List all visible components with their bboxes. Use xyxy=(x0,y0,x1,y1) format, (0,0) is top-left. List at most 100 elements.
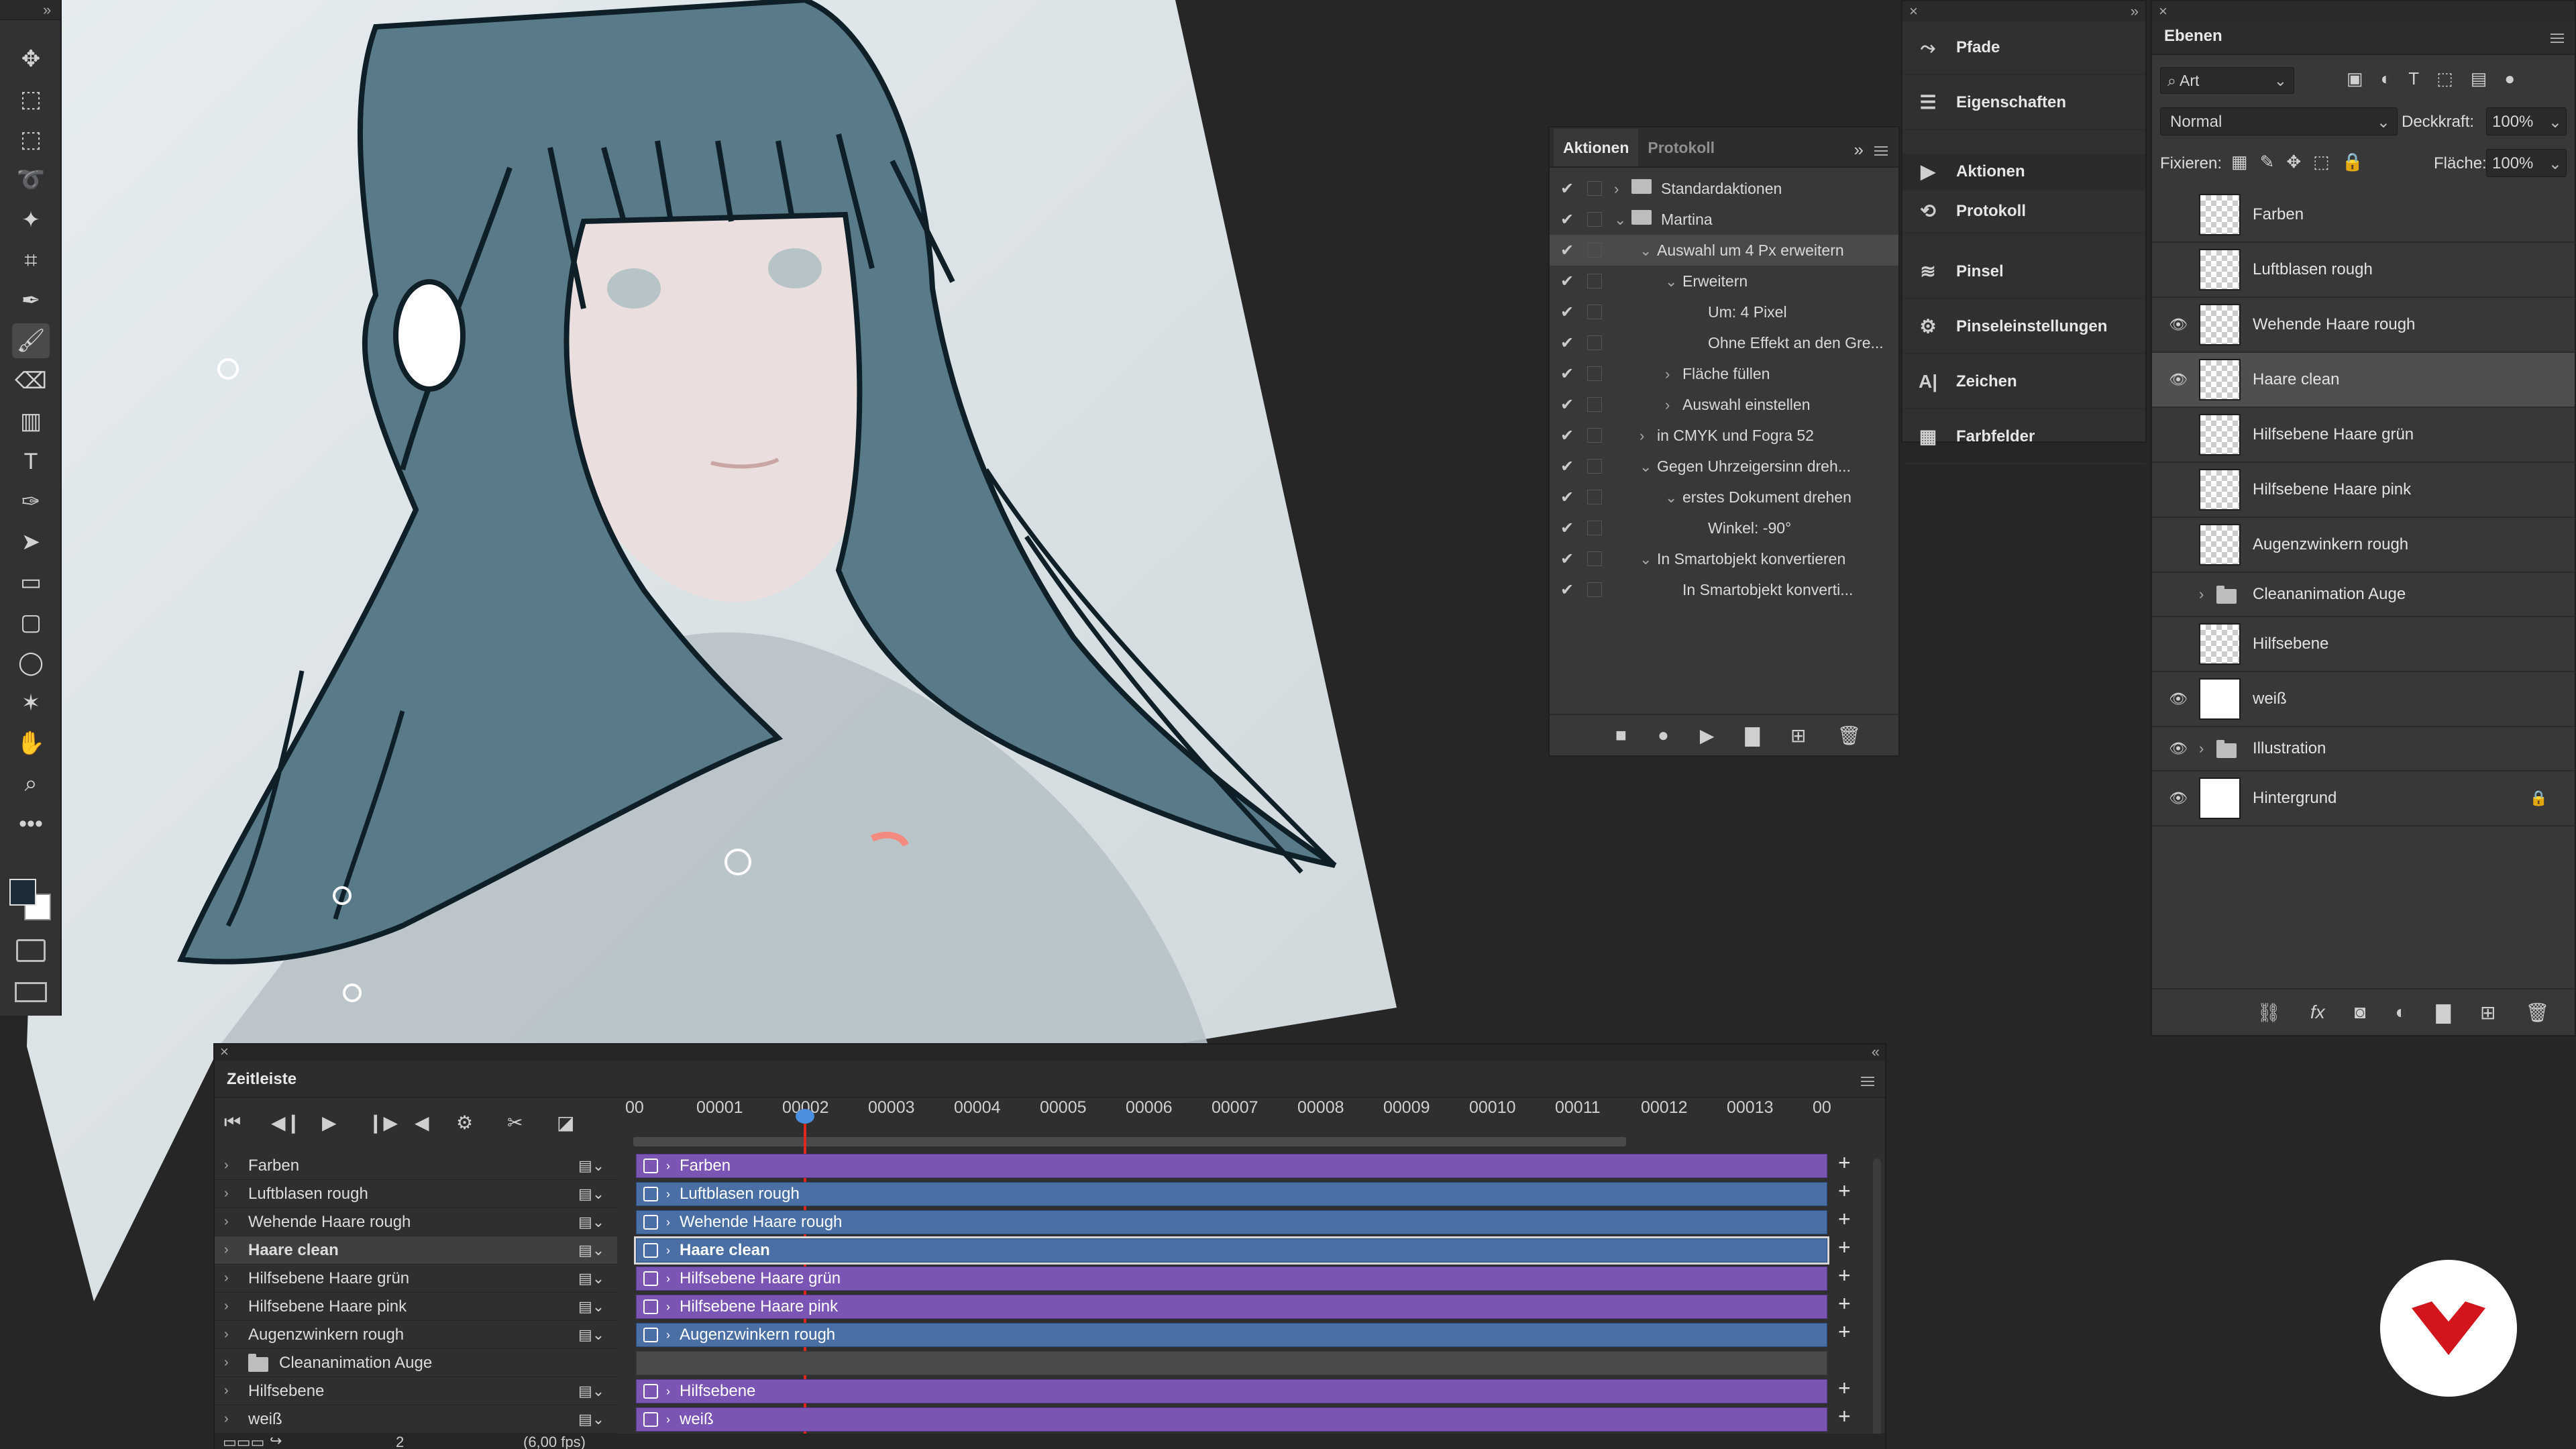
close-icon[interactable]: × xyxy=(220,1043,229,1061)
time-ruler[interactable]: 00 00001 00002 00003 00004 00005 00006 00007 000… xyxy=(625,1044,1886,1138)
add-media-icon[interactable]: + xyxy=(1838,1404,1851,1429)
checkmark-icon[interactable]: ✔ xyxy=(1560,303,1576,322)
layer-row[interactable]: Farben xyxy=(2152,188,2575,243)
layer-row[interactable]: 👁 Haare clean xyxy=(2152,353,2575,408)
panel-shortcut-pinsel[interactable]: ≋ Pinsel xyxy=(1902,246,2145,299)
dialog-toggle-icon[interactable] xyxy=(1587,212,1602,227)
dialog-toggle-icon[interactable] xyxy=(1587,335,1602,350)
timeline-clip[interactable]: › Hilfsebene Haare pink xyxy=(636,1295,1827,1319)
quick-mask-icon[interactable] xyxy=(16,939,46,962)
timeline-track-header[interactable]: › Farben ▤⌄ xyxy=(215,1152,617,1180)
film-strip-icon[interactable]: ▤⌄ xyxy=(578,1383,604,1400)
panel-menu-icon[interactable] xyxy=(1874,146,1888,156)
checkmark-icon[interactable]: ✔ xyxy=(1560,457,1576,476)
tab-history[interactable]: Protokoll xyxy=(1638,139,1724,166)
panel-shortcut-aktionen[interactable]: ▶ Aktionen xyxy=(1902,154,2145,191)
action-row[interactable]: ✔ ⌄ Erweitern xyxy=(1550,266,1898,297)
disclosure-caret-icon[interactable]: ⌄ xyxy=(1640,242,1657,260)
expand-caret-icon[interactable]: › xyxy=(224,1158,229,1173)
visibility-eye-icon[interactable]: 👁 xyxy=(2168,371,2188,388)
collapse-icon[interactable]: » xyxy=(43,1,51,19)
visibility-eye-icon[interactable]: 👁 xyxy=(2168,740,2188,757)
expand-caret-icon[interactable]: › xyxy=(224,1214,229,1230)
rectangle-icon[interactable]: ▭ xyxy=(12,565,50,600)
panel-shortcut-pfade[interactable]: ⤳ Pfade xyxy=(1902,21,2145,75)
expand-caret-icon[interactable]: › xyxy=(224,1242,229,1258)
disclosure-caret-icon[interactable]: › xyxy=(1640,427,1657,445)
filter-adjustment-icon[interactable]: ◐ xyxy=(2381,68,2392,89)
panel-shortcut-protokoll[interactable]: ⟲ Protokoll xyxy=(1902,191,2145,233)
dialog-toggle-icon[interactable] xyxy=(1587,366,1602,381)
transition-icon[interactable]: ◪ xyxy=(557,1112,574,1134)
action-row[interactable]: ✔ ⌄ Martina xyxy=(1550,204,1898,235)
disclosure-caret-icon[interactable]: ⌄ xyxy=(1665,489,1682,506)
add-media-icon[interactable]: + xyxy=(1838,1376,1851,1401)
layer-row[interactable]: Hilfsebene Haare pink xyxy=(2152,463,2575,518)
disclosure-caret-icon[interactable]: ⌄ xyxy=(1640,458,1657,476)
visibility-eye-icon[interactable]: 👁 xyxy=(2168,690,2188,708)
close-icon[interactable]: × xyxy=(1909,3,1918,20)
disclosure-caret-icon[interactable]: ⌄ xyxy=(1665,273,1682,290)
action-row[interactable]: ✔ › in CMYK und Fogra 52 xyxy=(1550,420,1898,451)
timeline-clip[interactable]: › Hilfsebene xyxy=(636,1379,1827,1403)
hand-icon[interactable]: ✋ xyxy=(12,726,50,761)
expand-caret-icon[interactable]: › xyxy=(224,1411,229,1427)
tab-actions[interactable]: Aktionen xyxy=(1554,129,1639,166)
pen-icon[interactable]: ✑ xyxy=(12,484,50,519)
checkmark-icon[interactable]: ✔ xyxy=(1560,395,1576,415)
layer-thumbnail[interactable] xyxy=(2199,623,2241,665)
layer-filter-select[interactable]: ⌕ Art ⌄ xyxy=(2160,67,2294,94)
film-strip-icon[interactable]: ▤⌄ xyxy=(578,1157,604,1175)
action-row[interactable]: ✔ Winkel: -90° xyxy=(1550,513,1898,543)
filter-toggle-icon[interactable]: ● xyxy=(2504,68,2515,89)
dialog-toggle-icon[interactable] xyxy=(1587,274,1602,288)
expand-caret-icon[interactable]: › xyxy=(224,1271,229,1286)
action-row[interactable]: ✔ › Standardaktionen xyxy=(1550,173,1898,204)
settings-gear-icon[interactable]: ⚙ xyxy=(456,1112,473,1134)
disclosure-caret-icon[interactable]: › xyxy=(1665,396,1682,414)
panel-shortcut-pinseleinstellungen[interactable]: ⚙ Pinseleinstellungen xyxy=(1902,301,2145,354)
checkmark-icon[interactable]: ✔ xyxy=(1560,210,1576,229)
timeline-clip[interactable]: › Luftblasen rough xyxy=(636,1182,1827,1206)
timeline-track-header[interactable]: › weiß ▤⌄ xyxy=(215,1405,617,1434)
dialog-toggle-icon[interactable] xyxy=(1587,428,1602,443)
magic-wand-icon[interactable]: ✦ xyxy=(12,203,50,237)
timeline-clip[interactable]: › Hilfsebene Haare grün xyxy=(636,1267,1827,1291)
lock-position-icon[interactable]: ✥ xyxy=(2286,152,2301,172)
layer-thumbnail[interactable] xyxy=(2199,777,2241,819)
visibility-eye-icon[interactable]: 👁 xyxy=(2168,316,2188,333)
expand-caret-icon[interactable]: › xyxy=(666,1300,670,1314)
disclosure-caret-icon[interactable]: › xyxy=(1614,180,1631,198)
lock-transparent-icon[interactable]: ▦ xyxy=(2231,152,2248,172)
type-icon[interactable]: T xyxy=(12,444,50,479)
action-row[interactable]: ✔ Um: 4 Pixel xyxy=(1550,297,1898,327)
layer-row[interactable]: 👁 › Illustration xyxy=(2152,727,2575,771)
film-strip-icon[interactable]: ▤⌄ xyxy=(578,1185,604,1203)
layer-thumbnail[interactable] xyxy=(2199,414,2241,455)
action-row[interactable]: ✔ › Fläche füllen xyxy=(1550,358,1898,389)
layer-thumbnail[interactable] xyxy=(2199,359,2241,400)
timeline-track-header[interactable]: › Hilfsebene Haare grün ▤⌄ xyxy=(215,1265,617,1293)
layer-thumbnail[interactable] xyxy=(2199,524,2241,566)
checkmark-icon[interactable]: ✔ xyxy=(1560,426,1576,445)
play-icon[interactable]: ▶ xyxy=(1700,724,1715,747)
panel-shortcut-zeichen[interactable]: A| Zeichen xyxy=(1902,356,2145,409)
action-row[interactable]: ✔ Ohne Effekt an den Gre... xyxy=(1550,327,1898,358)
tab-layers[interactable]: Ebenen xyxy=(2164,27,2222,46)
play-icon[interactable]: ▶ xyxy=(322,1112,337,1134)
dialog-toggle-icon[interactable] xyxy=(1587,397,1602,412)
more-icon[interactable]: ••• xyxy=(12,806,50,841)
fx-icon[interactable]: fx xyxy=(2310,1002,2325,1023)
expand-caret-icon[interactable]: › xyxy=(666,1159,670,1173)
layer-row[interactable]: Augenzwinkern rough xyxy=(2152,518,2575,573)
timeline-clip[interactable]: › Augenzwinkern rough xyxy=(636,1323,1827,1347)
gradient-icon[interactable]: ▥ xyxy=(12,404,50,439)
checkmark-icon[interactable]: ✔ xyxy=(1560,364,1576,384)
add-media-icon[interactable]: + xyxy=(1838,1179,1851,1203)
lock-all-icon[interactable]: 🔒 xyxy=(2342,152,2363,172)
new-group-icon[interactable]: ▇ xyxy=(2436,1002,2451,1024)
checkmark-icon[interactable]: ✔ xyxy=(1560,272,1576,291)
dialog-toggle-icon[interactable] xyxy=(1587,459,1602,474)
dialog-toggle-icon[interactable] xyxy=(1587,582,1602,597)
panel-shortcut-eigenschaften[interactable]: ☰ Eigenschaften xyxy=(1902,76,2145,130)
